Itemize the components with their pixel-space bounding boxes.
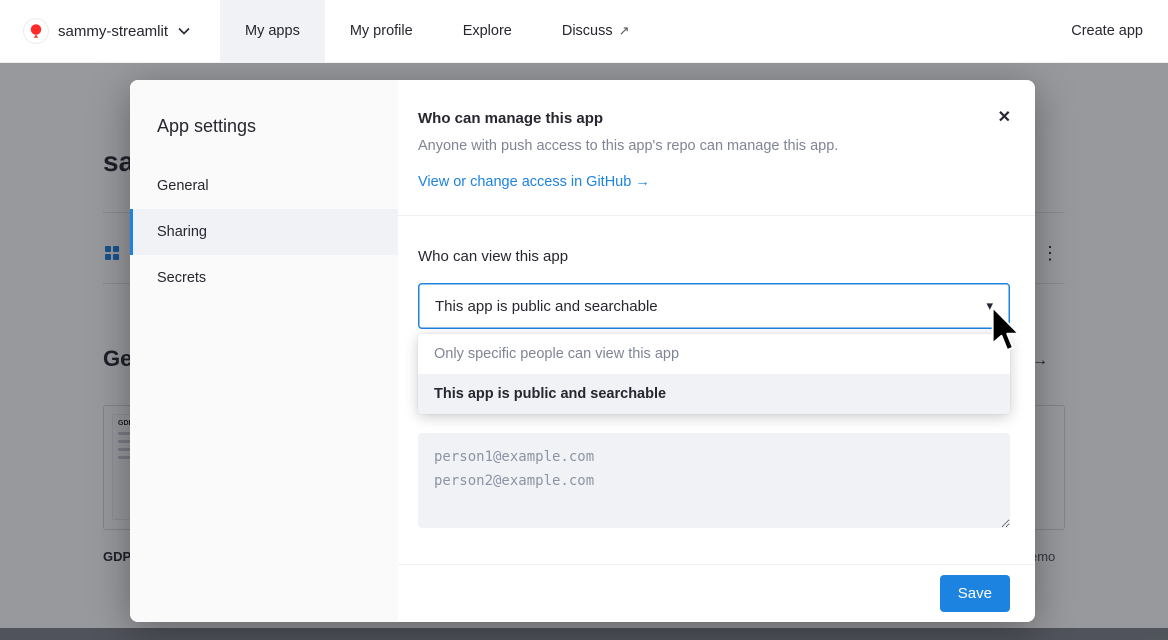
allowed-viewers-textarea[interactable]: [418, 433, 1010, 528]
chevron-down-icon: [178, 22, 190, 40]
visibility-select[interactable]: This app is public and searchable ▾: [418, 283, 1010, 329]
manage-section-description: Anyone with push access to this app's re…: [418, 138, 1010, 154]
workspace-switcher[interactable]: sammy-streamlit: [0, 19, 190, 43]
streamlit-logo: [24, 19, 48, 43]
modal-sidebar: App settings General Sharing Secrets: [130, 80, 398, 622]
close-button[interactable]: ✕: [998, 110, 1011, 126]
primary-nav: My apps My profile Explore Discuss ↗: [220, 0, 655, 62]
nav-tab-discuss[interactable]: Discuss ↗: [537, 0, 655, 62]
top-navbar: sammy-streamlit My apps My profile Explo…: [0, 0, 1168, 63]
visibility-select-value: This app is public and searchable: [435, 298, 658, 315]
modal-content: Who can manage this app Anyone with push…: [398, 80, 1035, 622]
settings-nav-secrets[interactable]: Secrets: [130, 255, 398, 301]
nav-tab-my-profile[interactable]: My profile: [325, 0, 438, 62]
visibility-dropdown: Only specific people can view this app T…: [418, 334, 1010, 414]
external-link-icon: ↗: [619, 23, 630, 39]
dropdown-option-public-searchable[interactable]: This app is public and searchable: [418, 374, 1010, 414]
nav-tab-my-apps[interactable]: My apps: [220, 0, 325, 62]
save-button[interactable]: Save: [940, 575, 1010, 612]
close-icon: ✕: [998, 109, 1011, 126]
github-access-link[interactable]: View or change access in GitHub →: [418, 174, 650, 190]
view-section: Who can view this app This app is public…: [398, 216, 1035, 564]
workspace-name: sammy-streamlit: [58, 23, 168, 40]
dropdown-option-specific-people[interactable]: Only specific people can view this app: [418, 334, 1010, 374]
nav-tab-explore[interactable]: Explore: [438, 0, 537, 62]
view-section-title: Who can view this app: [418, 248, 1010, 265]
app-settings-modal: App settings General Sharing Secrets Who…: [130, 80, 1035, 622]
manage-section-title: Who can manage this app: [418, 110, 1010, 127]
settings-nav-general[interactable]: General: [130, 163, 398, 209]
visibility-select-wrap: This app is public and searchable ▾ Only…: [418, 283, 1010, 329]
select-caret-icon: ▾: [986, 298, 993, 314]
manage-section: Who can manage this app Anyone with push…: [398, 80, 1035, 216]
modal-footer: Save: [398, 564, 1035, 622]
settings-nav-sharing[interactable]: Sharing: [130, 209, 398, 255]
modal-title: App settings: [130, 80, 398, 163]
create-app-button[interactable]: Create app: [1071, 23, 1143, 39]
